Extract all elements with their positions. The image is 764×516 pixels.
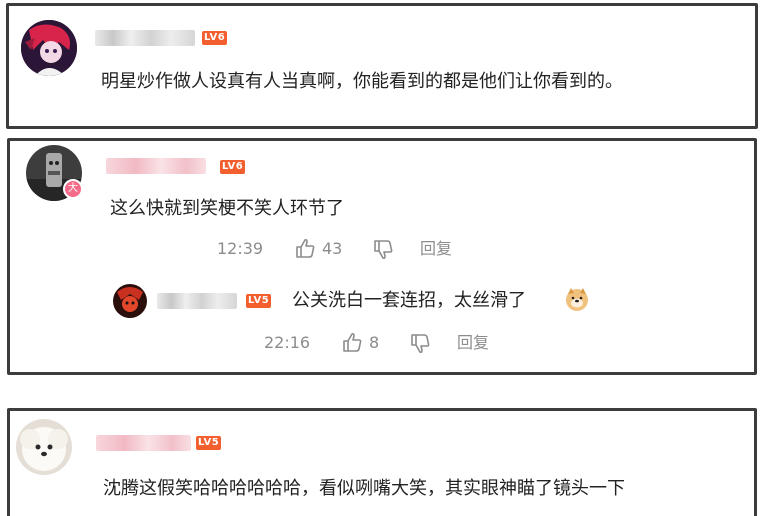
avatar-badge: 大 <box>63 179 83 199</box>
comment-card: LV6 明星炒作做人设真有人当真啊，你能看到的都是他们让你看到的。 <box>6 3 758 129</box>
reply-time: 22:16 <box>264 333 311 352</box>
reply-level-badge: LV5 <box>246 294 272 308</box>
thumbs-down-icon[interactable] <box>409 333 431 355</box>
comment-text: 明星炒作做人设真有人当真啊，你能看到的都是他们让你看到的。 <box>101 71 623 92</box>
comment-card: 大 LV6 这么快就到笑梗不笑人环节了 12:39 43 回复 LV5 公关洗白… <box>7 138 757 375</box>
avatar[interactable] <box>21 20 77 76</box>
reply-text: 公关洗白一套连招，太丝滑了 <box>292 290 526 311</box>
avatar[interactable] <box>16 419 72 475</box>
thumbs-down-icon[interactable] <box>372 239 394 261</box>
level-badge: LV5 <box>196 436 222 450</box>
thumbs-up-icon[interactable] <box>341 331 363 353</box>
comment-text: 沈腾这假笑哈哈哈哈哈哈，看似咧嘴大笑，其实眼神瞄了镜头一下 <box>103 478 625 499</box>
level-badge: LV6 <box>220 160 246 174</box>
reply-like-count: 8 <box>369 333 380 352</box>
reply-avatar[interactable] <box>113 284 147 318</box>
comment-time: 12:39 <box>217 239 264 258</box>
level-badge: LV6 <box>202 31 228 45</box>
like-count: 43 <box>322 239 343 258</box>
doge-emoji-icon <box>564 286 590 312</box>
username-blurred[interactable] <box>96 435 191 451</box>
username-blurred[interactable] <box>106 158 206 174</box>
comment-text: 这么快就到笑梗不笑人环节了 <box>110 198 344 219</box>
reply-button[interactable]: 回复 <box>420 239 452 259</box>
thumbs-up-icon[interactable] <box>294 237 316 259</box>
username-blurred[interactable] <box>95 30 195 46</box>
reply-reply-button[interactable]: 回复 <box>457 333 489 353</box>
reply-username-blurred[interactable] <box>157 293 237 309</box>
comment-card: LV5 沈腾这假笑哈哈哈哈哈哈，看似咧嘴大笑，其实眼神瞄了镜头一下 <box>7 408 757 516</box>
